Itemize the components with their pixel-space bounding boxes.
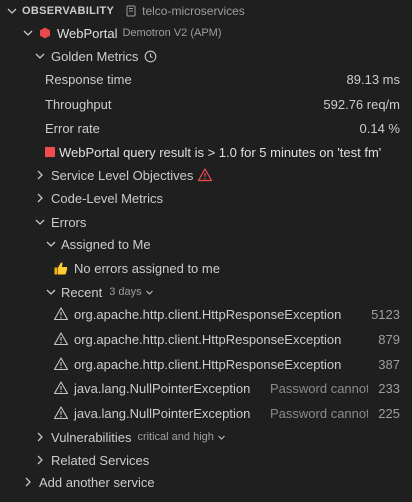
warning-icon [53,380,69,396]
error-name: java.lang.NullPointerException [74,405,251,421]
metric-value: 89.13 ms [346,71,400,87]
alert-square-icon [45,147,55,157]
chevron-down-icon[interactable] [43,284,59,300]
warning-icon [53,306,69,322]
entity-hexagon-icon [39,27,51,39]
alert-row[interactable]: WebPortal query result is > 1.0 for 5 mi… [0,141,412,163]
alert-text: WebPortal query result is > 1.0 for 5 mi… [59,144,382,160]
error-name: java.lang.NullPointerException [74,380,251,396]
warning-icon [53,331,69,347]
metric-value: 0.14 % [359,120,400,136]
metric-name: Error rate [45,120,100,136]
chevron-down-icon[interactable] [144,284,156,300]
error-item[interactable]: java.lang.NullPointerException Password … [0,402,412,424]
error-name: org.apache.http.client.HttpResponseExcep… [74,356,342,372]
entity-account: Demotron V2 (APM) [122,27,222,39]
error-count: 387 [378,356,400,372]
errors-label: Errors [51,214,87,230]
metric-row: Error rate 0.14 % [0,117,412,139]
error-item[interactable]: org.apache.http.client.HttpResponseExcep… [0,303,412,325]
thumbs-up-icon [53,261,68,276]
chevron-right-icon[interactable] [32,452,48,468]
clock-icon[interactable] [144,50,157,63]
warning-icon [53,405,69,421]
chevron-right-icon[interactable] [32,167,48,183]
add-service-label: Add another service [39,474,155,490]
chevron-down-icon[interactable] [32,48,48,64]
vulnerabilities-filter[interactable]: critical and high [137,431,213,443]
no-errors-row: No errors assigned to me [0,257,412,279]
metric-name: Throughput [45,96,112,112]
vulnerabilities-row[interactable]: Vulnerabilities critical and high [0,426,412,448]
warning-icon [53,356,69,372]
repo-icon [125,5,137,17]
chevron-down-icon[interactable] [20,25,36,41]
assigned-row[interactable]: Assigned to Me [0,233,412,255]
error-item[interactable]: org.apache.http.client.HttpResponseExcep… [0,328,412,350]
error-message: Password cannot [270,405,368,421]
panel-header[interactable]: OBSERVABILITY telco-microservices [0,0,412,22]
error-name: org.apache.http.client.HttpResponseExcep… [74,306,342,322]
metric-value: 592.76 req/m [323,96,400,112]
assigned-label: Assigned to Me [61,236,151,252]
recent-label: Recent [61,284,103,300]
metric-row: Throughput 592.76 req/m [0,93,412,115]
golden-metrics-label: Golden Metrics [51,48,139,64]
panel-title: OBSERVABILITY [22,5,115,17]
error-count: 233 [378,380,400,396]
slo-row[interactable]: Service Level Objectives [0,164,412,186]
related-services-row[interactable]: Related Services [0,449,412,471]
error-count: 225 [378,405,400,421]
error-count: 879 [378,331,400,347]
add-service-row[interactable]: Add another service [0,471,412,493]
error-name: org.apache.http.client.HttpResponseExcep… [74,331,342,347]
metric-name: Response time [45,71,132,87]
recent-range[interactable]: 3 days [109,286,141,298]
repo-name: telco-microservices [142,4,245,18]
error-count: 5123 [371,306,400,322]
related-services-label: Related Services [51,452,150,468]
code-level-metrics-row[interactable]: Code-Level Metrics [0,187,412,209]
chevron-down-icon[interactable] [4,3,20,19]
recent-row[interactable]: Recent 3 days [0,281,412,303]
chevron-right-icon[interactable] [32,190,48,206]
chevron-down-icon[interactable] [43,236,59,252]
chevron-down-icon[interactable] [216,429,228,445]
errors-row[interactable]: Errors [0,211,412,233]
chevron-right-icon[interactable] [20,474,36,490]
vulnerabilities-label: Vulnerabilities [51,429,132,445]
code-level-metrics-label: Code-Level Metrics [51,190,163,206]
error-item[interactable]: java.lang.NullPointerException Password … [0,377,412,399]
warning-icon [197,167,213,183]
error-message: Password cannot [270,380,368,396]
error-item[interactable]: org.apache.http.client.HttpResponseExcep… [0,353,412,375]
entity-row[interactable]: WebPortal Demotron V2 (APM) [0,22,412,44]
no-errors-text: No errors assigned to me [74,260,220,276]
chevron-down-icon[interactable] [32,214,48,230]
chevron-right-icon[interactable] [32,429,48,445]
golden-metrics-row[interactable]: Golden Metrics [0,45,412,67]
slo-label: Service Level Objectives [51,167,194,183]
metric-row: Response time 89.13 ms [0,68,412,90]
entity-name: WebPortal [57,25,118,41]
